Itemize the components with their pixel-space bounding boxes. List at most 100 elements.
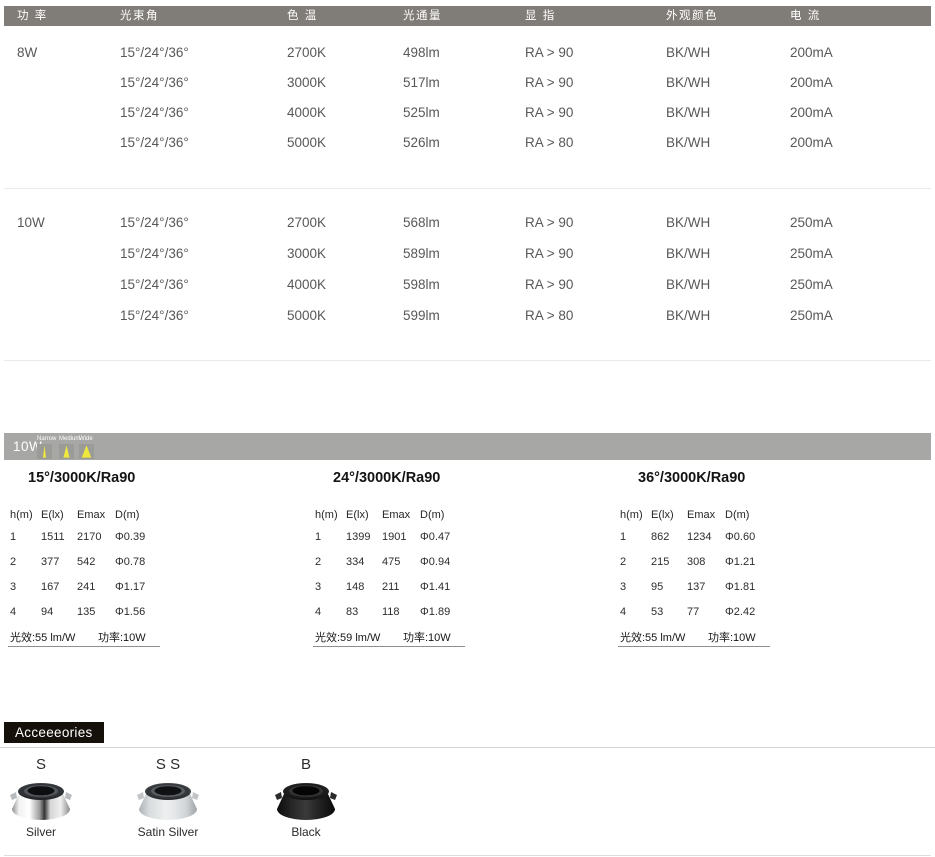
spec-flux-cell: 599lm xyxy=(403,308,440,324)
photometric-value-cell: 2 xyxy=(10,556,16,568)
photometric-table-title: 24°/3000K/Ra90 xyxy=(333,470,440,486)
photometric-value-cell: 4 xyxy=(620,606,626,618)
spec-cri-cell: RA > 90 xyxy=(525,75,573,91)
table-footer-underline xyxy=(8,646,160,647)
group-divider-line xyxy=(4,188,931,189)
accessories-title-box: Acceeeories xyxy=(4,722,104,743)
photometric-value-cell: 3 xyxy=(315,581,321,593)
spec-column-header: 外观颜色 xyxy=(666,6,718,26)
spec-cct-cell: 5000K xyxy=(287,308,326,324)
photometric-value-cell: 1399 xyxy=(346,531,370,543)
spec-flux-cell: 498lm xyxy=(403,45,440,61)
photometric-table: 15°/3000K/Ra90h(m)E(lx)EmaxD(m)115112170… xyxy=(8,465,170,657)
photometric-value-cell: 215 xyxy=(651,556,669,568)
spec-flux-cell: 517lm xyxy=(403,75,440,91)
table-footer-underline xyxy=(313,646,465,647)
spec-color-cell: BK/WH xyxy=(666,135,710,151)
spec-power-cell: 8W xyxy=(17,45,37,61)
spec-cct-cell: 4000K xyxy=(287,277,326,293)
spec-cri-cell: RA > 90 xyxy=(525,45,573,61)
spec-color-cell: BK/WH xyxy=(666,75,710,91)
photometric-value-cell: 137 xyxy=(687,581,705,593)
spec-cct-cell: 3000K xyxy=(287,75,326,91)
accessory-code: S S xyxy=(123,756,213,774)
photometric-value-cell: 1901 xyxy=(382,531,406,543)
photometric-value-cell: Φ1.56 xyxy=(115,606,145,618)
photometric-value-cell: 53 xyxy=(651,606,663,618)
section-divider-line xyxy=(4,360,931,361)
photometric-table-title: 15°/3000K/Ra90 xyxy=(28,470,135,486)
photometric-col-header: Emax xyxy=(687,509,715,521)
photometric-value-cell: 148 xyxy=(346,581,364,593)
photometric-col-header: E(lx) xyxy=(346,509,369,521)
spec-table-row: 8W15°/24°/36°2700K498lmRA > 90BK/WH200mA xyxy=(0,45,935,61)
spec-current-cell: 200mA xyxy=(790,135,833,151)
photometric-value-cell: 475 xyxy=(382,556,400,568)
photometric-value-cell: 118 xyxy=(382,606,400,618)
photometric-col-header: E(lx) xyxy=(41,509,64,521)
spec-beam-cell: 15°/24°/36° xyxy=(120,277,189,293)
photometric-value-cell: 308 xyxy=(687,556,705,568)
reflector-ring-image-silver xyxy=(9,780,73,822)
spec-cri-cell: RA > 80 xyxy=(525,135,573,151)
photometric-value-cell: Φ1.89 xyxy=(420,606,450,618)
spec-column-header: 显 指 xyxy=(525,6,556,26)
spec-beam-cell: 15°/24°/36° xyxy=(120,105,189,121)
spec-beam-cell: 15°/24°/36° xyxy=(120,45,189,61)
photometric-col-header: Emax xyxy=(77,509,105,521)
spec-flux-cell: 568lm xyxy=(403,215,440,231)
spec-table-row: 15°/24°/36°5000K526lmRA > 80BK/WH200mA xyxy=(0,135,935,151)
photometric-value-cell: 94 xyxy=(41,606,53,618)
photometric-value-cell: Φ0.94 xyxy=(420,556,450,568)
spec-sheet-page: 功 率光束角色 温光通量显 指外观颜色电 流 8W15°/24°/36°2700… xyxy=(0,0,935,857)
photometric-value-cell: 1234 xyxy=(687,531,711,543)
spec-table-row: 15°/24°/36°4000K598lmRA > 90BK/WH250mA xyxy=(0,277,935,293)
spec-current-cell: 200mA xyxy=(790,45,833,61)
beam-icon-label: Wide xyxy=(79,436,105,442)
accessory-name: Silver xyxy=(0,825,86,839)
spec-beam-cell: 15°/24°/36° xyxy=(120,246,189,262)
spec-current-cell: 250mA xyxy=(790,277,833,293)
spec-beam-cell: 15°/24°/36° xyxy=(120,308,189,324)
spec-column-header: 色 温 xyxy=(287,6,318,26)
spec-table-row: 15°/24°/36°5000K599lmRA > 80BK/WH250mA xyxy=(0,308,935,324)
efficacy-label: 光效:55 lm/W xyxy=(10,629,75,645)
spec-current-cell: 200mA xyxy=(790,105,833,121)
reflector-ring-image-satin xyxy=(136,780,200,822)
spec-color-cell: BK/WH xyxy=(666,246,710,262)
accessory-item: S SSatin Silver xyxy=(123,756,213,850)
spec-power-cell: 10W xyxy=(17,215,45,231)
photometric-value-cell: Φ1.81 xyxy=(725,581,755,593)
photometric-value-cell: 2 xyxy=(315,556,321,568)
photometric-col-header: D(m) xyxy=(115,509,139,521)
spec-cri-cell: RA > 90 xyxy=(525,215,573,231)
spec-beam-cell: 15°/24°/36° xyxy=(120,135,189,151)
photometric-value-cell: Φ0.39 xyxy=(115,531,145,543)
photometric-value-cell: Φ1.41 xyxy=(420,581,450,593)
photometric-table: 36°/3000K/Ra90h(m)E(lx)EmaxD(m)18621234Φ… xyxy=(618,465,780,657)
photometric-value-cell: 3 xyxy=(10,581,16,593)
spec-column-header: 电 流 xyxy=(790,6,821,26)
spec-cri-cell: RA > 90 xyxy=(525,277,573,293)
photometric-value-cell: 3 xyxy=(620,581,626,593)
spec-table-header-bar: 功 率光束角色 温光通量显 指外观颜色电 流 xyxy=(4,6,931,26)
spec-current-cell: 250mA xyxy=(790,215,833,231)
power-label: 功率:10W xyxy=(98,629,146,645)
beam-icon-box xyxy=(37,444,52,459)
photometric-value-cell: 2 xyxy=(620,556,626,568)
spec-color-cell: BK/WH xyxy=(666,308,710,324)
photometric-value-cell: 95 xyxy=(651,581,663,593)
spec-cri-cell: RA > 80 xyxy=(525,308,573,324)
photometric-power-bar: 10W NarrowMediumWide xyxy=(4,433,931,460)
power-label: 功率:10W xyxy=(708,629,756,645)
spec-color-cell: BK/WH xyxy=(666,45,710,61)
accessory-item: BBlack xyxy=(261,756,351,850)
efficacy-label: 光效:55 lm/W xyxy=(620,629,685,645)
photometric-value-cell: 135 xyxy=(77,606,95,618)
accessory-code: S xyxy=(0,756,86,774)
photometric-table: 24°/3000K/Ra90h(m)E(lx)EmaxD(m)113991901… xyxy=(313,465,475,657)
beam-icon-box xyxy=(59,444,74,459)
spec-current-cell: 200mA xyxy=(790,75,833,91)
spec-table-row: 15°/24°/36°3000K589lmRA > 90BK/WH250mA xyxy=(0,246,935,262)
photometric-col-header: D(m) xyxy=(420,509,444,521)
